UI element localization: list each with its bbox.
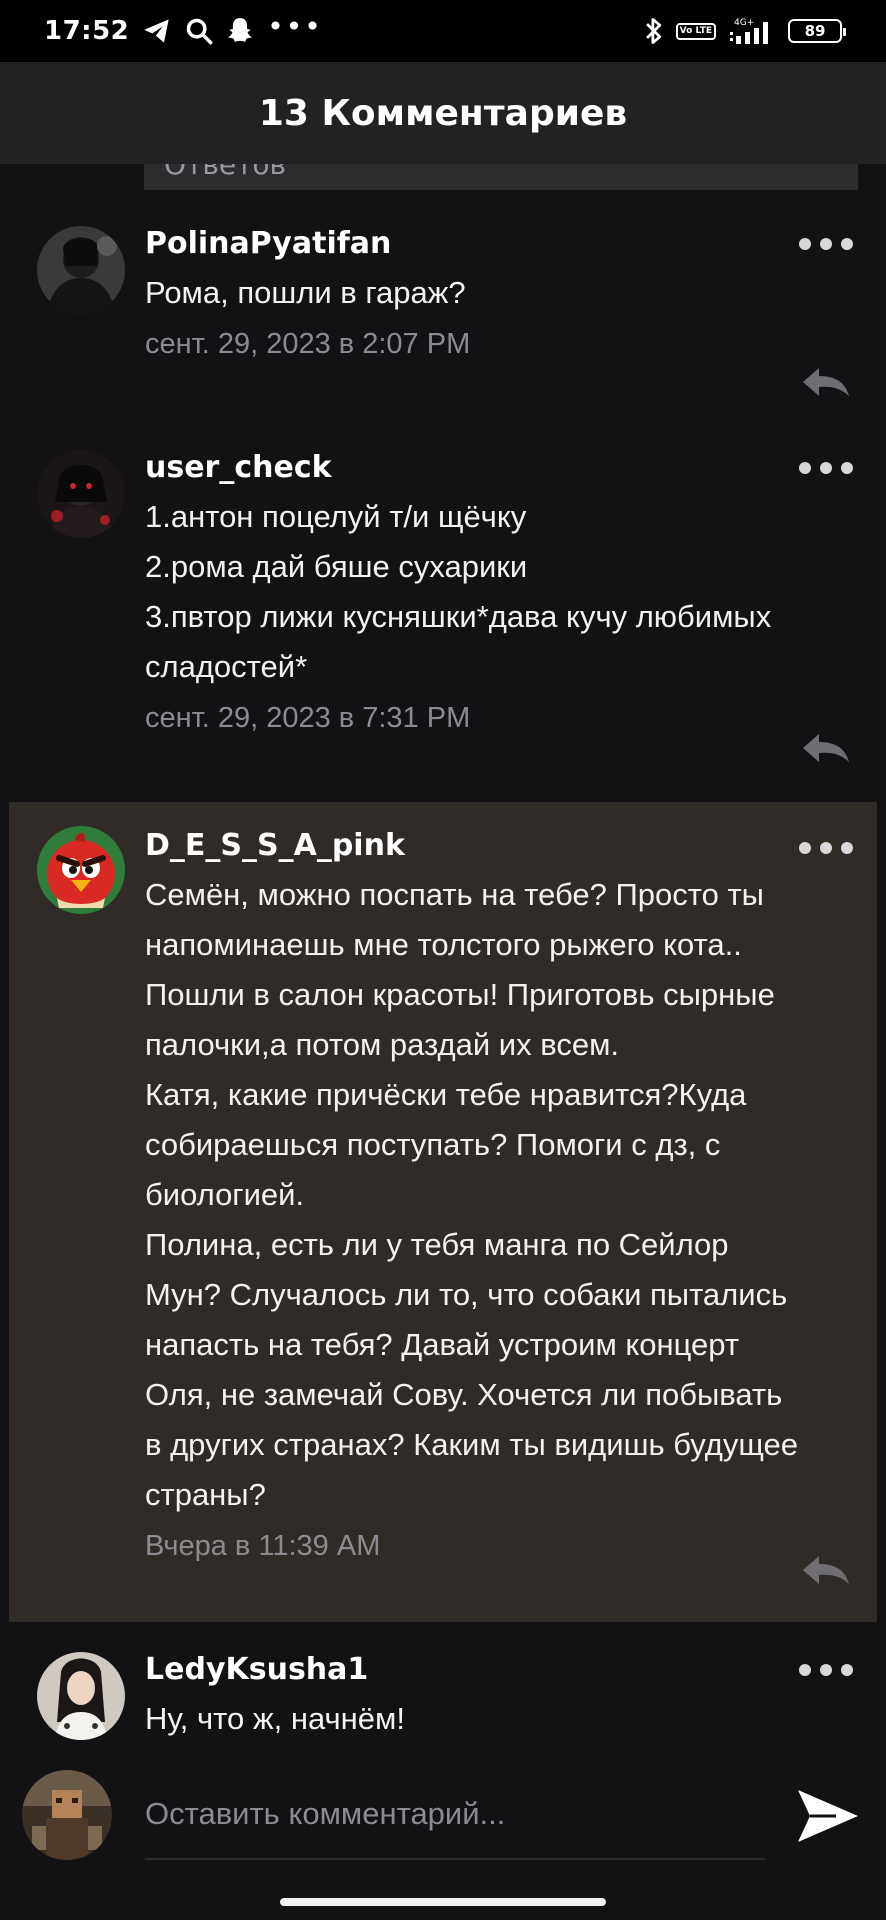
comment-item: PolinaPyatifan Рома, пошли в гараж? сент… bbox=[9, 224, 877, 410]
battery-icon: 89 bbox=[788, 19, 846, 43]
reply-icon[interactable] bbox=[799, 730, 851, 766]
more-options-button[interactable] bbox=[799, 234, 853, 254]
comment-composer: Оставить комментарий... bbox=[0, 1740, 886, 1920]
reply-icon[interactable] bbox=[799, 364, 851, 400]
comment-date: сент. 29, 2023 в 7:31 PM bbox=[145, 702, 471, 734]
comment-input[interactable]: Оставить комментарий... bbox=[145, 1782, 765, 1846]
comment-username[interactable]: D_E_S_S_A_pink bbox=[145, 826, 837, 866]
status-bar: 17:52 ••• Vo LTE 4G+ 89 bbox=[0, 0, 886, 62]
more-options-button[interactable] bbox=[799, 458, 853, 478]
comment-text: Рома, пошли в гараж? bbox=[145, 275, 466, 310]
replies-label: Ответов bbox=[164, 164, 287, 181]
comment-body: PolinaPyatifan Рома, пошли в гараж? сент… bbox=[145, 224, 837, 361]
comment-item: user_check 1.антон поцелуй т/и щёчку 2.р… bbox=[9, 448, 877, 790]
telegram-icon bbox=[143, 18, 171, 44]
comments-list[interactable]: PolinaPyatifan Рома, пошли в гараж? сент… bbox=[0, 190, 886, 1740]
status-right: Vo LTE 4G+ 89 bbox=[644, 16, 846, 46]
volte-icon: Vo LTE bbox=[675, 22, 716, 40]
comment-date: сент. 29, 2023 в 2:07 PM bbox=[145, 328, 471, 360]
avatar[interactable] bbox=[37, 1652, 125, 1740]
send-icon[interactable] bbox=[796, 1784, 860, 1848]
comments-header: 13 Комментариев bbox=[0, 62, 886, 164]
avatar[interactable] bbox=[37, 226, 125, 314]
status-time: 17:52 bbox=[44, 16, 130, 46]
replies-strip[interactable]: Ответов bbox=[144, 164, 858, 190]
more-notifications-icon: ••• bbox=[267, 10, 323, 43]
search-icon bbox=[185, 17, 213, 45]
page-title: 13 Комментариев bbox=[258, 92, 628, 134]
more-options-button[interactable] bbox=[799, 1660, 853, 1680]
network-type-label: 4G+ bbox=[734, 18, 754, 28]
current-user-avatar[interactable] bbox=[22, 1770, 112, 1860]
snapchat-icon bbox=[227, 17, 253, 45]
comment-text: Ну, что ж, начнём! bbox=[145, 1701, 405, 1736]
comment-body: D_E_S_S_A_pink Семён, можно поспать на т… bbox=[145, 826, 837, 1563]
comment-username[interactable]: LedyKsusha1 bbox=[145, 1650, 837, 1690]
signal-icon: 4G+ bbox=[728, 16, 776, 46]
avatar[interactable] bbox=[37, 826, 125, 914]
comment-body: user_check 1.антон поцелуй т/и щёчку 2.р… bbox=[145, 448, 837, 735]
comment-body: LedyKsusha1 Ну, что ж, начнём! bbox=[145, 1650, 837, 1740]
comment-item: LedyKsusha1 Ну, что ж, начнём! bbox=[9, 1650, 877, 1740]
avatar[interactable] bbox=[37, 450, 125, 538]
home-indicator[interactable] bbox=[280, 1898, 606, 1906]
input-underline bbox=[145, 1858, 765, 1860]
comment-date: Вчера в 11:39 AM bbox=[145, 1530, 381, 1562]
reply-icon[interactable] bbox=[799, 1552, 851, 1588]
bluetooth-icon bbox=[644, 16, 664, 46]
more-options-button[interactable] bbox=[799, 838, 853, 858]
comment-username[interactable]: user_check bbox=[145, 448, 837, 488]
comment-username[interactable]: PolinaPyatifan bbox=[145, 224, 837, 264]
comment-item-highlighted: D_E_S_S_A_pink Семён, можно поспать на т… bbox=[9, 802, 877, 1622]
battery-level: 89 bbox=[804, 22, 826, 40]
status-left: 17:52 ••• bbox=[44, 10, 323, 47]
comment-text: 1.антон поцелуй т/и щёчку 2.рома дай бяш… bbox=[145, 499, 772, 684]
comment-text: Семён, можно поспать на тебе? Просто ты … bbox=[145, 877, 798, 1512]
